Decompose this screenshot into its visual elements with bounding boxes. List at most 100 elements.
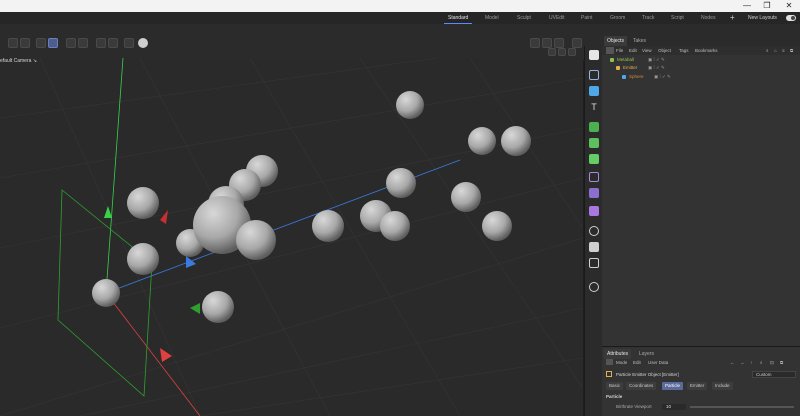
text-tool-icon[interactable]: T <box>589 102 599 112</box>
section-tab-include[interactable]: Include <box>712 382 733 390</box>
redo-icon[interactable] <box>20 38 30 48</box>
render-view-icon[interactable] <box>530 38 540 48</box>
cube-icon[interactable] <box>589 86 599 96</box>
layout-tab-sculpt[interactable]: Sculpt <box>513 12 535 24</box>
layout-tab-track[interactable]: Track <box>638 12 658 24</box>
tree-row-metaball[interactable]: Metaball ▣ ⁞ ✓ ✎ <box>602 56 800 64</box>
rotate-icon[interactable] <box>96 38 106 48</box>
snap-icon[interactable] <box>124 38 134 48</box>
menu-bookmarks[interactable]: Bookmarks <box>695 46 718 55</box>
axis-x-handle[interactable] <box>160 348 172 362</box>
render-settings-icon[interactable] <box>554 38 564 48</box>
search-icon[interactable]: ⌕ <box>766 46 769 55</box>
preset-dropdown[interactable]: Custom <box>752 371 796 378</box>
metaball[interactable] <box>482 211 512 241</box>
close-button[interactable]: ✕ <box>778 0 800 12</box>
metaball[interactable] <box>127 187 159 219</box>
scale-icon[interactable] <box>78 38 88 48</box>
section-tab-coordinates[interactable]: Coordinates <box>626 382 657 390</box>
metaball-cluster[interactable] <box>92 91 531 323</box>
layout-tab-script[interactable]: Script <box>667 12 688 24</box>
maximize-button[interactable]: ❐ <box>756 0 778 12</box>
camera-icon[interactable] <box>589 226 599 236</box>
spline-icon[interactable] <box>589 122 599 132</box>
add-layout-button[interactable]: + <box>730 12 735 24</box>
metaball[interactable] <box>236 220 276 260</box>
metaball[interactable] <box>312 210 344 242</box>
emitter-handle[interactable] <box>190 303 200 314</box>
viewport-layout-icon[interactable] <box>572 38 582 48</box>
attr-menu-mode[interactable]: Mode <box>616 358 627 367</box>
section-tab-particle[interactable]: Particle <box>662 382 684 390</box>
attr-menu-user-data[interactable]: User Data <box>648 358 668 367</box>
lock-icon[interactable]: ⊡ <box>770 358 774 367</box>
menu-icon[interactable] <box>606 47 614 54</box>
layer-icon[interactable]: ▣ ⁞ ✓ ✎ <box>654 73 671 81</box>
live-selection-icon[interactable] <box>48 38 58 48</box>
back-arrow-icon[interactable]: ← <box>730 358 735 367</box>
layout-tab-uvedit[interactable]: UVEdit <box>545 12 569 24</box>
menu-edit[interactable]: Edit <box>629 46 637 55</box>
metaball[interactable] <box>468 127 496 155</box>
menu-tags[interactable]: Tags <box>679 46 689 55</box>
layout-tab-groom[interactable]: Groom <box>606 12 629 24</box>
metaball[interactable] <box>501 126 531 156</box>
menu-object[interactable]: Object <box>658 46 671 55</box>
rotate-handle[interactable] <box>160 210 168 224</box>
gear-icon[interactable] <box>108 38 118 48</box>
layer-icon[interactable]: ▣ ⁞ ✓ ✎ <box>648 64 665 72</box>
deformer-icon[interactable] <box>589 154 599 164</box>
new-layouts-toggle[interactable] <box>786 15 796 21</box>
search-icon[interactable]: ⌕ <box>760 358 763 367</box>
volume-icon[interactable] <box>589 188 599 198</box>
forward-arrow-icon[interactable]: → <box>740 358 745 367</box>
layout-tab-paint[interactable]: Paint <box>577 12 596 24</box>
view-move-icon[interactable] <box>558 48 566 56</box>
birthrate-slider[interactable] <box>690 406 794 408</box>
camera-label[interactable]: efault Camera ↘ <box>0 58 37 64</box>
attr-menu-icon[interactable] <box>606 359 613 365</box>
metaball[interactable] <box>92 279 120 307</box>
metaball[interactable] <box>127 243 159 275</box>
python-icon[interactable] <box>589 282 599 292</box>
layout-tab-nodes[interactable]: Nodes <box>697 12 719 24</box>
light-icon[interactable] <box>589 258 599 268</box>
move-icon[interactable] <box>66 38 76 48</box>
section-tab-basic[interactable]: Basic <box>606 382 624 390</box>
metaball[interactable] <box>202 291 234 323</box>
section-tab-emitter[interactable]: Emitter <box>687 382 708 390</box>
layout-tab-standard[interactable]: Standard <box>444 12 473 24</box>
new-window-icon[interactable]: ⧉ <box>790 46 793 55</box>
layer-icon[interactable]: ▣ ⁞ ✓ ✎ <box>648 56 665 64</box>
metaball[interactable] <box>451 182 481 212</box>
filter-icon[interactable]: ≡ <box>782 46 785 55</box>
tab-objects[interactable]: Objects <box>604 36 627 46</box>
metaball[interactable] <box>380 211 410 241</box>
field-icon[interactable] <box>589 172 599 182</box>
view-zoom-icon[interactable] <box>568 48 576 56</box>
view-navigate-icon[interactable] <box>548 48 556 56</box>
home-icon[interactable]: ⌂ <box>774 46 777 55</box>
attr-menu-edit[interactable]: Edit <box>633 358 641 367</box>
mograph-icon[interactable] <box>589 138 599 148</box>
camera-tool-icon[interactable] <box>589 242 599 252</box>
generator-icon[interactable] <box>589 206 599 216</box>
up-arrow-icon[interactable]: ↑ <box>750 358 752 367</box>
tab-takes[interactable]: Takes <box>630 36 649 46</box>
undo-icon[interactable] <box>8 38 18 48</box>
render-icon[interactable] <box>138 38 148 48</box>
new-window-icon[interactable]: ⧉ <box>780 358 783 367</box>
select-icon[interactable] <box>36 38 46 48</box>
birthrate-viewport-field[interactable]: 10 <box>662 404 686 410</box>
tree-row-sphere[interactable]: Sphere ▣ ⁞ ✓ ✎ <box>602 73 800 81</box>
axis-z-handle[interactable] <box>186 256 196 268</box>
metaball[interactable] <box>386 168 416 198</box>
axis-y-handle[interactable] <box>104 206 112 218</box>
cube-outline-icon[interactable] <box>589 70 599 80</box>
object-mode-icon[interactable] <box>589 50 599 60</box>
metaball[interactable] <box>396 91 424 119</box>
render-picture-icon[interactable] <box>542 38 552 48</box>
minimize-button[interactable]: — <box>736 0 758 12</box>
menu-view[interactable]: View <box>642 46 652 55</box>
3d-viewport[interactable]: efault Camera ↘ <box>0 58 583 416</box>
